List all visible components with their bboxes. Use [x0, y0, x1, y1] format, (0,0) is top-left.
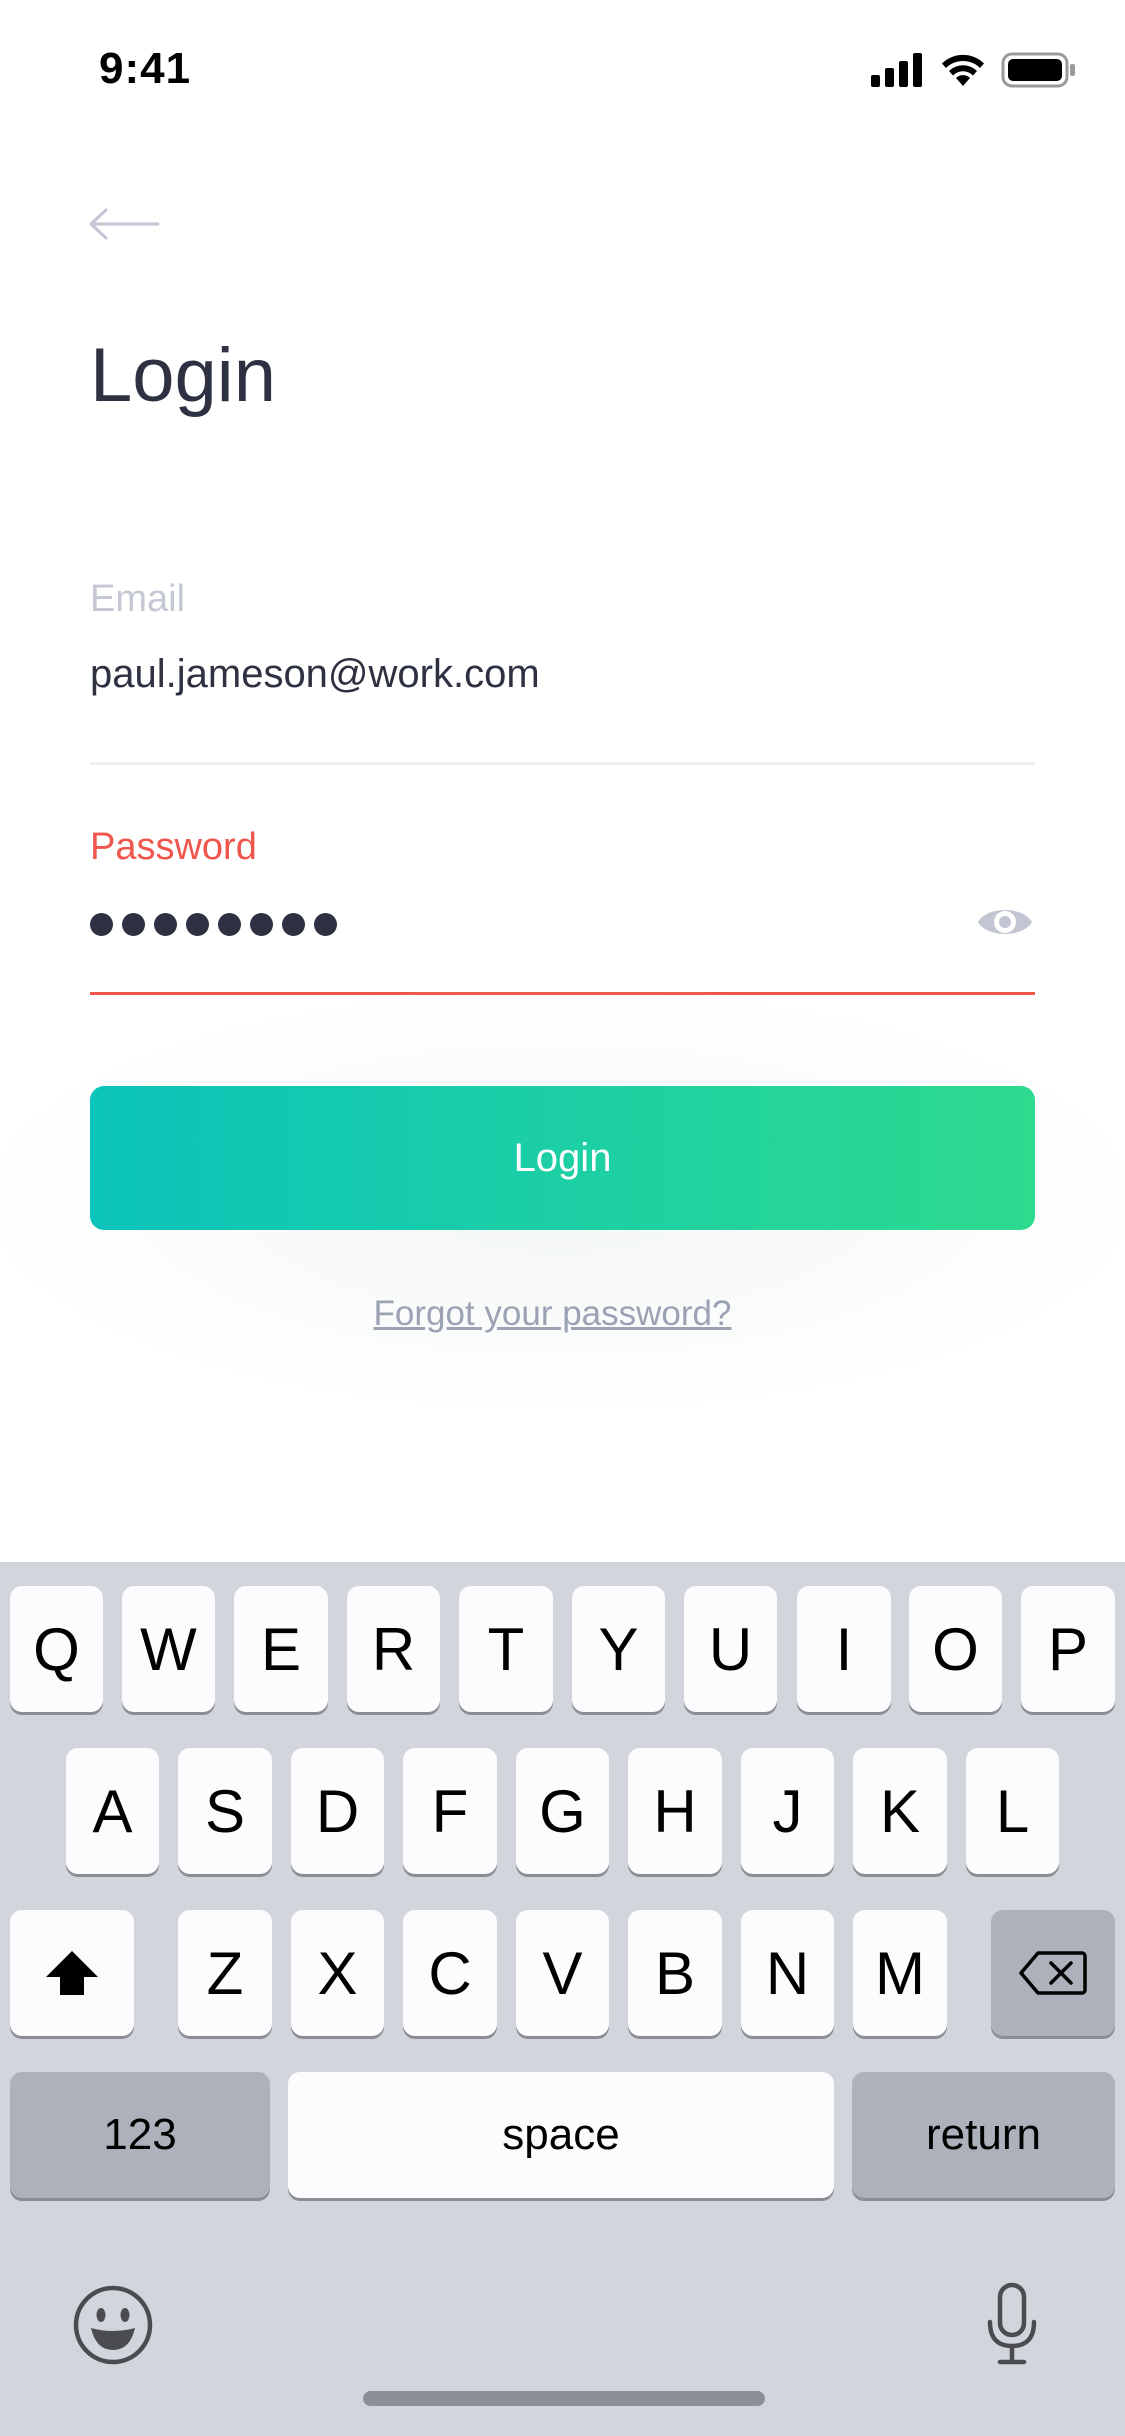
home-indicator: [363, 2391, 765, 2406]
key-t[interactable]: T: [459, 1586, 553, 1712]
key-c[interactable]: C: [403, 1910, 497, 2036]
key-j[interactable]: J: [741, 1748, 834, 1874]
password-field[interactable]: [90, 902, 950, 946]
shift-key[interactable]: [10, 1910, 134, 2036]
key-o[interactable]: O: [909, 1586, 1002, 1712]
login-button[interactable]: Login: [90, 1086, 1035, 1230]
cellular-signal-icon: [871, 53, 922, 87]
key-b[interactable]: B: [628, 1910, 722, 2036]
key-d[interactable]: D: [291, 1748, 384, 1874]
back-button[interactable]: [88, 198, 160, 250]
battery-icon: [1001, 52, 1075, 88]
page-title: Login: [90, 333, 276, 418]
backspace-key[interactable]: [991, 1910, 1115, 2036]
password-dot: [218, 912, 241, 936]
key-w[interactable]: W: [122, 1586, 215, 1712]
email-field[interactable]: paul.jameson@work.com: [90, 652, 1030, 697]
key-f[interactable]: F: [403, 1748, 497, 1874]
backspace-icon: [1019, 1951, 1087, 1995]
microphone-icon: [987, 2282, 1037, 2365]
key-u[interactable]: U: [684, 1586, 777, 1712]
password-dot: [282, 912, 305, 936]
password-dot: [314, 912, 337, 936]
eye-icon: [978, 910, 1032, 934]
key-m[interactable]: M: [853, 1910, 947, 2036]
password-dot: [90, 912, 113, 936]
email-label: Email: [90, 578, 186, 620]
password-label: Password: [90, 826, 257, 868]
key-x[interactable]: X: [291, 1910, 384, 2036]
key-q[interactable]: Q: [10, 1586, 103, 1712]
status-icons: [871, 50, 1077, 90]
key-e[interactable]: E: [234, 1586, 328, 1712]
key-n[interactable]: N: [741, 1910, 834, 2036]
status-time: 9:41: [99, 44, 192, 93]
forgot-password-link[interactable]: Forgot your password?: [0, 1294, 1105, 1334]
key-z[interactable]: Z: [178, 1910, 272, 2036]
password-dot: [154, 912, 177, 936]
numbers-key[interactable]: 123: [10, 2072, 270, 2198]
arrow-left-icon: [89, 208, 160, 240]
return-key[interactable]: return: [852, 2072, 1115, 2198]
emoji-icon: [73, 2285, 153, 2365]
key-s[interactable]: S: [178, 1748, 272, 1874]
key-v[interactable]: V: [516, 1910, 609, 2036]
space-key[interactable]: space: [288, 2072, 834, 2198]
key-l[interactable]: L: [966, 1748, 1059, 1874]
email-divider: [90, 762, 1035, 765]
wifi-icon: [942, 54, 984, 86]
shift-icon: [46, 1951, 98, 1995]
keyboard: Q W E R T Y U I O P A S D F G H J K L Z …: [0, 1562, 1125, 2436]
key-g[interactable]: G: [516, 1748, 609, 1874]
key-y[interactable]: Y: [572, 1586, 665, 1712]
microphone-button[interactable]: [984, 2282, 1040, 2371]
password-dot: [250, 912, 273, 936]
status-bar: 9:41: [0, 0, 1125, 140]
key-r[interactable]: R: [347, 1586, 440, 1712]
key-a[interactable]: A: [66, 1748, 159, 1874]
emoji-button[interactable]: [72, 2284, 154, 2371]
key-p[interactable]: P: [1021, 1586, 1115, 1712]
key-k[interactable]: K: [853, 1748, 947, 1874]
password-dot: [122, 912, 145, 936]
key-i[interactable]: I: [797, 1586, 891, 1712]
key-h[interactable]: H: [628, 1748, 722, 1874]
login-button-label: Login: [513, 1135, 612, 1180]
password-dot: [186, 912, 209, 936]
show-password-button[interactable]: [975, 898, 1035, 946]
